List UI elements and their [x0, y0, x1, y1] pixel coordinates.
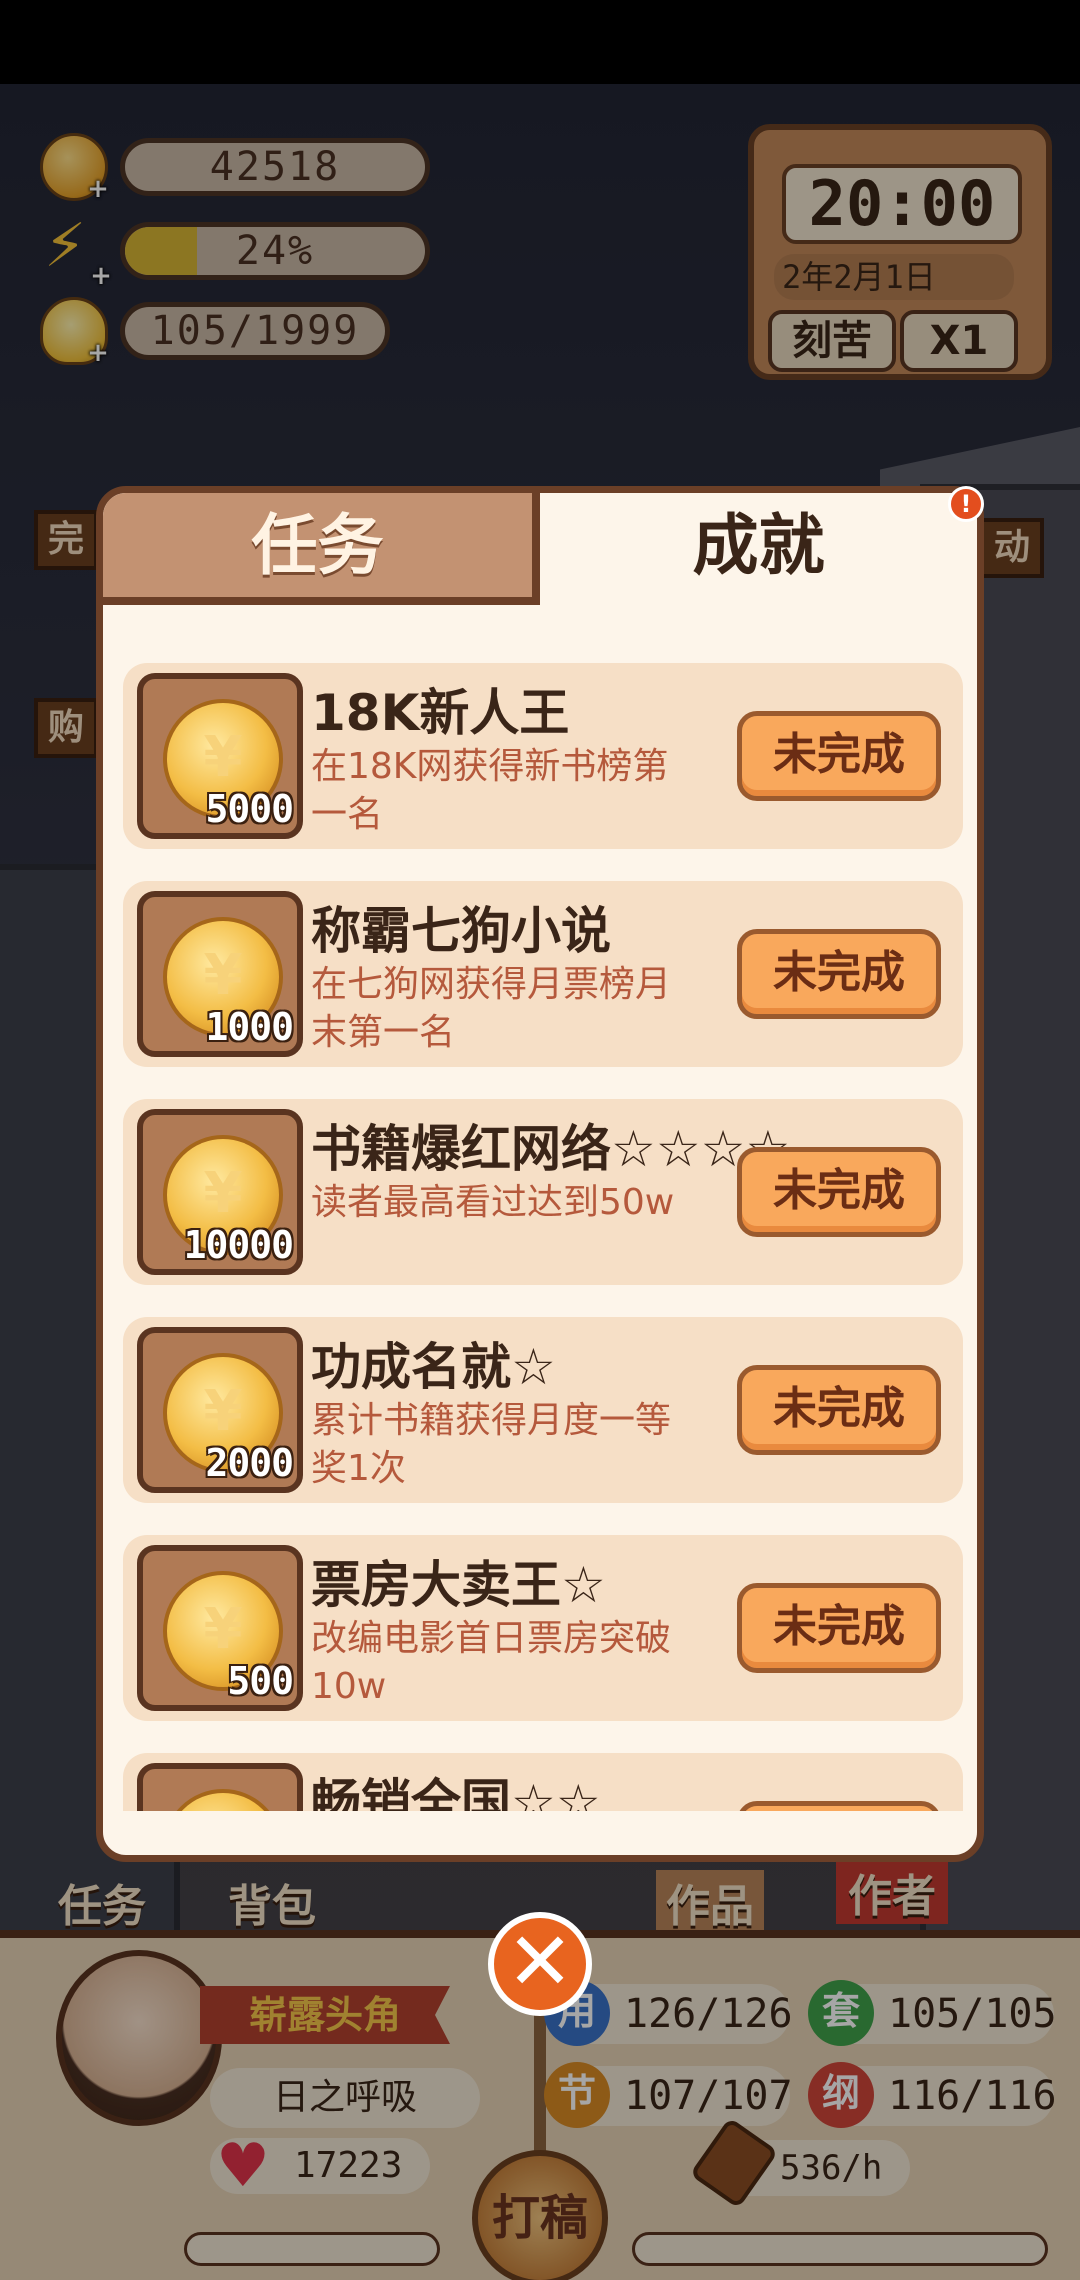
achievement-list[interactable]: ¥5000 18K新人王 在18K网获得新书榜第一名 未完成 ¥1000 称霸七狗小说 在七… [123, 663, 963, 1811]
achievement-dialog: 任务 成就 ¥5000 18K新人王 在18K网获得新书榜第一名 未完成 ¥1000 称霸… [96, 486, 984, 1862]
coin-icon: ¥ [163, 1789, 283, 1811]
achievement-title: 功成名就☆ [311, 1338, 556, 1396]
achievement-title: 畅销全国☆☆ [311, 1774, 601, 1811]
achievement-item: ¥1000 称霸七狗小说 在七狗网获得月票榜月末第一名 未完成 [123, 881, 963, 1067]
status-button[interactable]: 未完成 [737, 1147, 941, 1237]
status-button[interactable]: 未完成 [737, 711, 941, 801]
achievement-item: ¥2000 功成名就☆ 累计书籍获得月度一等奖1次 未完成 [123, 1317, 963, 1503]
achievement-title: 票房大卖王☆ [311, 1556, 606, 1614]
reward-box: ¥5000 [137, 673, 303, 839]
achievement-desc: 读者最高看过达到50w [311, 1182, 675, 1223]
achievement-desc: 在18K网获得新书榜第一名 [311, 746, 669, 835]
status-button[interactable]: 未完成 [737, 929, 941, 1019]
reward-amount: 1000 [205, 1005, 294, 1049]
reward-box: ¥2000 [137, 1327, 303, 1493]
achievement-title: 称霸七狗小说 [311, 902, 611, 960]
reward-box: ¥ [137, 1763, 303, 1811]
status-button[interactable] [737, 1801, 941, 1811]
close-button[interactable]: ✕ [488, 1912, 592, 2016]
reward-amount: 10000 [183, 1223, 294, 1267]
achievement-desc: 在七狗网获得月票榜月末第一名 [311, 964, 672, 1053]
reward-amount: 500 [227, 1659, 294, 1703]
achievement-item: ¥ 畅销全国☆☆ [123, 1753, 963, 1811]
reward-box: ¥10000 [137, 1109, 303, 1275]
achievement-title: 书籍爆红网络☆☆☆☆ [311, 1120, 791, 1178]
reward-amount: 5000 [205, 787, 294, 831]
achievement-item: ¥500 票房大卖王☆ 改编电影首日票房突破10w 未完成 [123, 1535, 963, 1721]
dialog-tabs: 任务 成就 [103, 493, 977, 605]
reward-amount: 2000 [205, 1441, 294, 1485]
reward-box: ¥500 [137, 1545, 303, 1711]
status-button[interactable]: 未完成 [737, 1365, 941, 1455]
tab-achievements[interactable]: 成就 [540, 493, 977, 605]
achievement-item: ¥5000 18K新人王 在18K网获得新书榜第一名 未完成 [123, 663, 963, 849]
tab-tasks[interactable]: 任务 [103, 493, 540, 605]
achievement-item: ¥10000 书籍爆红网络☆☆☆☆ 读者最高看过达到50w 未完成 [123, 1099, 963, 1285]
reward-box: ¥1000 [137, 891, 303, 1057]
achievement-title: 18K新人王 [311, 684, 570, 742]
status-button[interactable]: 未完成 [737, 1583, 941, 1673]
achievement-desc: 累计书籍获得月度一等奖1次 [311, 1400, 672, 1489]
achievement-desc: 改编电影首日票房突破10w [311, 1618, 672, 1707]
alert-badge: ! [948, 486, 984, 522]
